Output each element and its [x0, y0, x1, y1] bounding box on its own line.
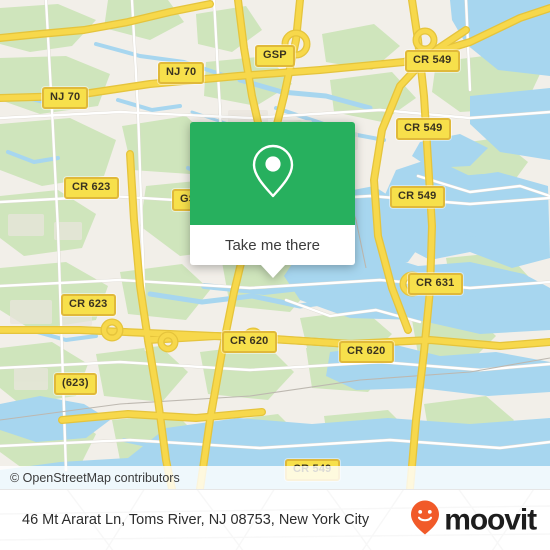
road-shield: CR 549	[405, 50, 460, 72]
moovit-logo[interactable]: moovit	[410, 500, 537, 541]
map-canvas[interactable]: .grn { fill:#cfe5bc; } .grnl { fill:#dff…	[0, 0, 550, 489]
road-shield: (623)	[54, 373, 97, 395]
address-label: 46 Mt Ararat Ln, Toms River, NJ 08753, N…	[22, 511, 370, 528]
road-shield: GSP	[255, 45, 295, 67]
popup-pointer-tail	[259, 264, 286, 278]
road-shield: CR 549	[396, 118, 451, 140]
moovit-smiley-pin-icon	[410, 500, 440, 541]
road-shield: CR 623	[64, 177, 119, 199]
map-pin-icon	[250, 143, 296, 204]
map-attribution-bar: © OpenStreetMap contributors	[0, 466, 550, 489]
take-me-there-button[interactable]: Take me there	[225, 237, 320, 254]
openstreetmap-attribution[interactable]: © OpenStreetMap contributors	[0, 471, 180, 485]
road-shield: CR 620	[339, 341, 394, 363]
footer-bar: 46 Mt Ararat Ln, Toms River, NJ 08753, N…	[0, 489, 550, 550]
road-shield: CR 549	[390, 186, 445, 208]
moovit-wordmark: moovit	[444, 503, 537, 536]
destination-popup-card[interactable]: Take me there	[190, 122, 355, 278]
road-shield: CR 623	[61, 294, 116, 316]
popup-header	[190, 122, 355, 225]
road-shield: NJ 70	[42, 87, 89, 109]
popup-action-bar[interactable]: Take me there	[190, 225, 355, 278]
road-shield: CR 620	[222, 331, 277, 353]
road-shield: NJ 70	[158, 62, 205, 84]
road-shield: CR 631	[408, 273, 463, 295]
moovit-map-screen: .grn { fill:#cfe5bc; } .grnl { fill:#dff…	[0, 0, 550, 550]
